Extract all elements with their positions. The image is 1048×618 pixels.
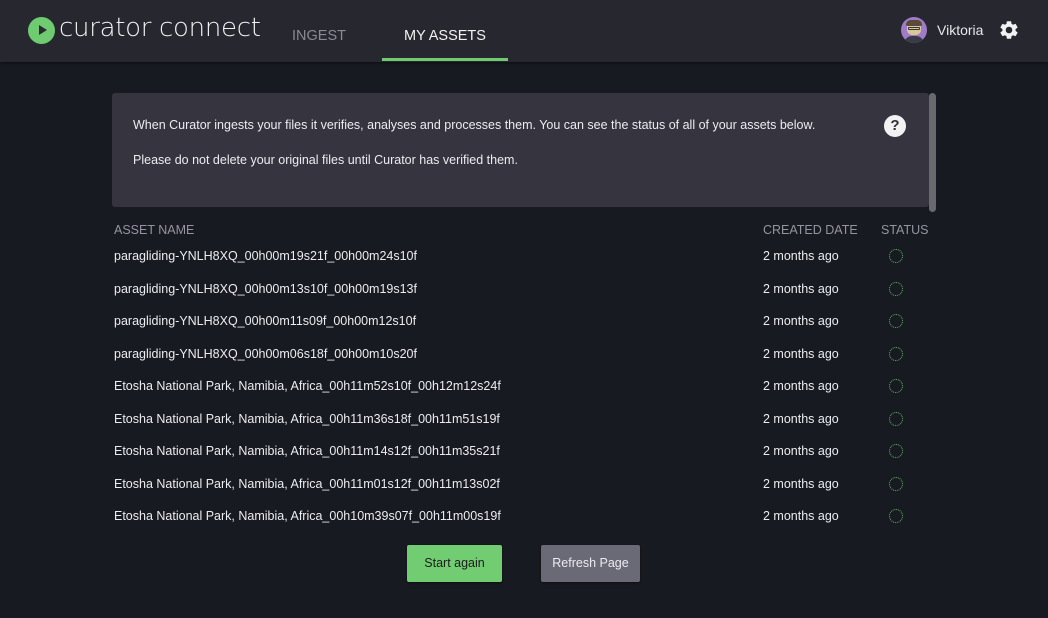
help-icon[interactable]: ? (884, 115, 906, 137)
loading-spinner-icon (889, 281, 903, 296)
gear-icon[interactable] (998, 19, 1020, 41)
asset-name: Etosha National Park, Namibia, Africa_00… (114, 379, 501, 393)
asset-name: Etosha National Park, Namibia, Africa_00… (114, 444, 500, 458)
user-menu[interactable]: Viktoria (901, 17, 983, 43)
table-row[interactable]: Etosha National Park, Namibia, Africa_00… (114, 509, 934, 531)
created-date: 2 months ago (763, 509, 839, 523)
loading-spinner-icon (889, 509, 903, 523)
loading-spinner-icon (889, 444, 903, 458)
created-date: 2 months ago (763, 476, 839, 491)
table-row[interactable]: Etosha National Park, Namibia, Africa_00… (114, 411, 934, 434)
asset-name: paragliding-YNLH8XQ_00h00m19s21f_00h00m2… (114, 249, 417, 263)
user-name: Viktoria (937, 22, 984, 38)
loading-spinner-icon (889, 314, 903, 328)
asset-name: Etosha National Park, Namibia, Africa_00… (114, 509, 501, 523)
tab-my-assets[interactable]: MY ASSETS (382, 0, 508, 61)
refresh-page-button[interactable]: Refresh Page (541, 545, 640, 582)
scrollbar[interactable] (929, 93, 936, 212)
loading-spinner-icon (889, 476, 903, 491)
info-text-warning: Please do not delete your original files… (133, 153, 518, 167)
table-row[interactable]: paragliding-YNLH8XQ_00h00m06s18f_00h00m1… (114, 346, 934, 369)
app-logo[interactable]: curator connect (28, 13, 261, 44)
created-date: 2 months ago (763, 314, 839, 328)
created-date: 2 months ago (763, 411, 839, 426)
asset-name: Etosha National Park, Namibia, Africa_00… (114, 476, 500, 491)
app-name: curator connect (59, 13, 261, 43)
asset-name: paragliding-YNLH8XQ_00h00m06s18f_00h00m1… (114, 346, 417, 361)
tab-ingest[interactable]: INGEST (282, 0, 356, 61)
table-row[interactable]: Etosha National Park, Namibia, Africa_00… (114, 379, 934, 401)
loading-spinner-icon (889, 346, 903, 361)
table-row[interactable]: paragliding-YNLH8XQ_00h00m13s10f_00h00m1… (114, 281, 934, 304)
table-row[interactable]: Etosha National Park, Namibia, Africa_00… (114, 476, 934, 499)
column-header-created-date[interactable]: CREATED DATE (763, 223, 858, 237)
loading-spinner-icon (889, 411, 903, 426)
column-header-status[interactable]: STATUS (881, 223, 928, 237)
asset-name: paragliding-YNLH8XQ_00h00m13s10f_00h00m1… (114, 281, 417, 296)
created-date: 2 months ago (763, 379, 839, 393)
created-date: 2 months ago (763, 249, 839, 263)
loading-spinner-icon (889, 249, 903, 263)
loading-spinner-icon (889, 379, 903, 393)
created-date: 2 months ago (763, 444, 839, 458)
info-text-status: When Curator ingests your files it verif… (133, 118, 816, 132)
asset-name: Etosha National Park, Namibia, Africa_00… (114, 411, 500, 426)
play-icon (28, 16, 55, 44)
table-row[interactable]: Etosha National Park, Namibia, Africa_00… (114, 444, 934, 466)
start-again-button[interactable]: Start again (407, 545, 502, 582)
info-panel: When Curator ingests your files it verif… (112, 93, 929, 207)
table-row[interactable]: paragliding-YNLH8XQ_00h00m19s21f_00h00m2… (114, 249, 934, 271)
table-row[interactable]: paragliding-YNLH8XQ_00h00m11s09f_00h00m1… (114, 314, 934, 336)
created-date: 2 months ago (763, 346, 839, 361)
top-bar: curator connect INGEST MY ASSETS Viktori… (0, 0, 1048, 62)
created-date: 2 months ago (763, 281, 839, 296)
column-header-asset-name[interactable]: ASSET NAME (114, 223, 194, 237)
asset-name: paragliding-YNLH8XQ_00h00m11s09f_00h00m1… (114, 314, 417, 328)
avatar (901, 17, 927, 43)
